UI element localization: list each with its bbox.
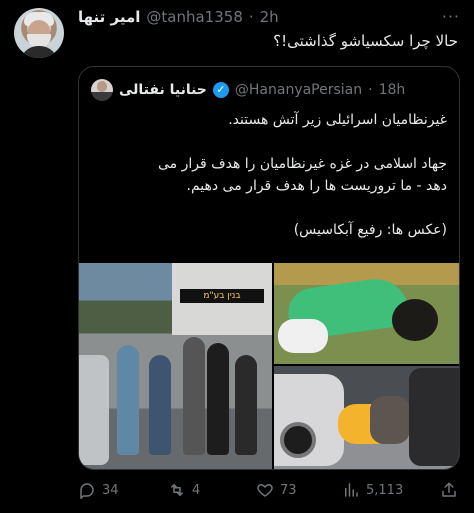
- tweet-header: امیر تنها @tanha1358 · 2h: [78, 6, 462, 28]
- hair: [392, 299, 438, 341]
- quote-author-handle[interactable]: @HananyaPersian: [235, 82, 362, 98]
- car: [79, 355, 109, 465]
- quote-gap: [91, 131, 447, 153]
- like-button[interactable]: 73: [256, 481, 342, 499]
- person: [207, 343, 229, 455]
- person: [235, 355, 257, 455]
- photo-injured[interactable]: [274, 366, 459, 469]
- separator-dot: ·: [248, 8, 254, 26]
- tweet-text: حالا چرا سکسیاشو گذاشتی!؟: [273, 32, 458, 50]
- pants: [278, 319, 328, 353]
- views-button[interactable]: 5,113: [342, 481, 440, 499]
- quote-line: غیرنظامیان اسرائیلی زیر آتش هستند.: [228, 112, 447, 128]
- wheel: [280, 422, 316, 458]
- repost-icon: [171, 484, 183, 496]
- quote-line: (عکس ها: رفیع آبکاسیس): [293, 222, 447, 238]
- tweet[interactable]: امیر تنها @tanha1358 · 2h ··· حالا چرا س…: [0, 0, 474, 513]
- reply-icon: [80, 483, 94, 499]
- person: [183, 337, 205, 455]
- author-name[interactable]: امیر تنها: [78, 8, 140, 26]
- reply-button[interactable]: 34: [78, 481, 168, 499]
- avatar-body: [20, 46, 58, 58]
- quote-avatar[interactable]: [91, 79, 113, 101]
- avatar[interactable]: [14, 8, 64, 58]
- quote-gap: [91, 197, 447, 219]
- quote-time[interactable]: 18h: [379, 82, 406, 98]
- author-handle[interactable]: @tanha1358: [146, 8, 242, 26]
- bus-sign: בנין בע"מ: [180, 289, 264, 303]
- photo-person-crouching[interactable]: [274, 263, 459, 364]
- separator-dot: ·: [368, 82, 373, 98]
- car: [409, 368, 459, 466]
- person: [149, 355, 171, 455]
- views-icon: [345, 483, 358, 497]
- person: [370, 396, 410, 444]
- photo-street[interactable]: בנין בע"מ: [79, 263, 272, 469]
- repost-count: 4: [192, 482, 201, 498]
- person: [117, 345, 139, 455]
- quote-author-name[interactable]: حنانیا نفتالی: [119, 82, 207, 98]
- more-icon[interactable]: ···: [442, 7, 460, 26]
- like-icon: [257, 483, 273, 497]
- quote-line: دهد - ما تروریست ها را هدف قرار می دهیم.: [186, 178, 448, 194]
- media-grid: בנין בע"מ: [79, 263, 459, 469]
- tweet-time[interactable]: 2h: [260, 8, 279, 26]
- view-count: 5,113: [366, 482, 404, 498]
- repost-button[interactable]: 4: [168, 481, 256, 499]
- share-icon: [442, 482, 456, 497]
- reply-count: 34: [102, 482, 119, 498]
- tweet-actions: 34 4 73 5,113: [78, 476, 468, 504]
- quoted-tweet[interactable]: حنانیا نفتالی ✓ @HananyaPersian · 18h غی…: [78, 66, 460, 470]
- quote-text: غیرنظامیان اسرائیلی زیر آتش هستند. جهاد …: [91, 109, 447, 241]
- quote-header: حنانیا نفتالی ✓ @HananyaPersian · 18h: [91, 79, 447, 101]
- like-count: 73: [280, 482, 297, 498]
- share-button[interactable]: [440, 481, 460, 499]
- verified-icon: ✓: [212, 82, 229, 98]
- quote-line: جهاد اسلامی در غزه غیرنظامیان را هدف قرا…: [157, 156, 447, 172]
